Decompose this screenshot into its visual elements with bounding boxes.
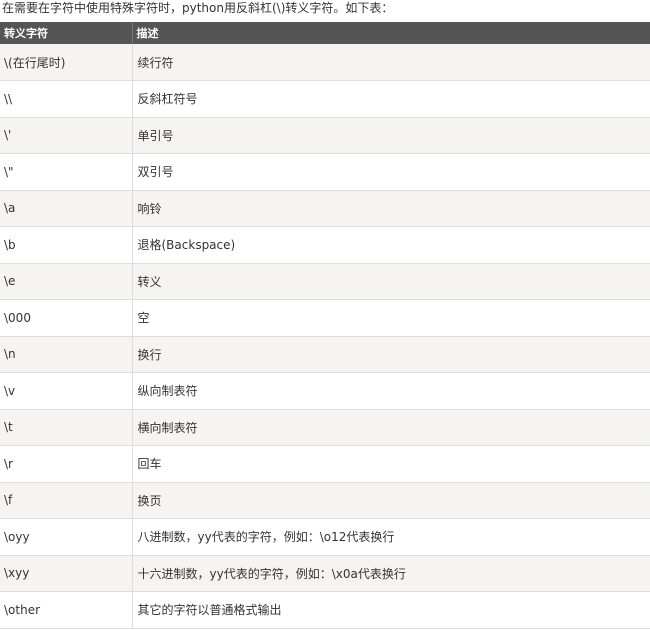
header-escape-char: 转义字符 — [0, 22, 133, 44]
cell-escape: \" — [0, 153, 133, 191]
cell-escape: \t — [0, 409, 133, 446]
table-row: \t 横向制表符 — [0, 409, 650, 446]
cell-description: 反斜杠符号 — [132, 80, 650, 118]
table-row: \e 转义 — [0, 263, 650, 300]
cell-description: 横向制表符 — [132, 409, 650, 446]
table-row: \a 响铃 — [0, 190, 650, 227]
cell-description: 换页 — [132, 482, 650, 519]
cell-escape: \r — [0, 445, 133, 483]
cell-description: 续行符 — [132, 44, 650, 81]
cell-description: 八进制数，yy代表的字符，例如：\o12代表换行 — [132, 518, 650, 556]
table-row: \' 单引号 — [0, 117, 650, 154]
cell-escape: \a — [0, 190, 133, 227]
cell-description: 双引号 — [132, 153, 650, 191]
cell-escape: \other — [0, 591, 133, 629]
table-row: \xyy 十六进制数，yy代表的字符，例如：\x0a代表换行 — [0, 555, 650, 592]
table-row: \" 双引号 — [0, 153, 650, 191]
table-header-row: 转义字符 描述 — [0, 22, 650, 44]
cell-description: 纵向制表符 — [132, 372, 650, 410]
cell-description: 单引号 — [132, 117, 650, 154]
table-row: \r 回车 — [0, 445, 650, 483]
cell-escape: \b — [0, 226, 133, 264]
table-row: \oyy 八进制数，yy代表的字符，例如：\o12代表换行 — [0, 518, 650, 556]
escape-character-table: 转义字符 描述 \(在行尾时) 续行符 \\ 反斜杠符号 \' 单引号 \" 双… — [0, 22, 650, 629]
cell-escape: \v — [0, 372, 133, 410]
table-row: \\ 反斜杠符号 — [0, 80, 650, 118]
table-row: \f 换页 — [0, 482, 650, 519]
cell-description: 其它的字符以普通格式输出 — [132, 591, 650, 629]
cell-description: 十六进制数，yy代表的字符，例如：\x0a代表换行 — [132, 555, 650, 592]
table-row: \000 空 — [0, 299, 650, 337]
intro-text: 在需要在字符中使用特殊字符时，python用反斜杠(\)转义字符。如下表： — [2, 1, 394, 15]
cell-description: 回车 — [132, 445, 650, 483]
table-row: \v 纵向制表符 — [0, 372, 650, 410]
cell-description: 退格(Backspace) — [132, 226, 650, 264]
cell-escape: \\ — [0, 80, 133, 118]
cell-escape: \f — [0, 482, 133, 519]
table-row: \b 退格(Backspace) — [0, 226, 650, 264]
cell-escape: \(在行尾时) — [0, 44, 133, 81]
cell-escape: \e — [0, 263, 133, 300]
cell-description: 转义 — [132, 263, 650, 300]
cell-description: 换行 — [132, 336, 650, 373]
header-description: 描述 — [132, 22, 650, 44]
table-row: \other 其它的字符以普通格式输出 — [0, 591, 650, 629]
cell-escape: \n — [0, 336, 133, 373]
table-row: \n 换行 — [0, 336, 650, 373]
cell-description: 空 — [132, 299, 650, 337]
table-row: \(在行尾时) 续行符 — [0, 44, 650, 81]
cell-escape: \xyy — [0, 555, 133, 592]
cell-escape: \' — [0, 117, 133, 154]
cell-description: 响铃 — [132, 190, 650, 227]
cell-escape: \000 — [0, 299, 133, 337]
cell-escape: \oyy — [0, 518, 133, 556]
